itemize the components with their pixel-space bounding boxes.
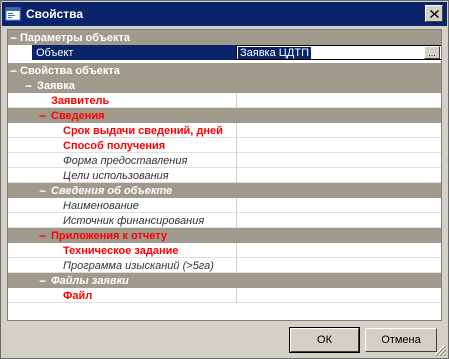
object-name: Объект <box>32 45 236 60</box>
category-svedeniya-ob-label: Сведения об объекте <box>51 184 173 197</box>
title-bar[interactable]: Свойства <box>2 2 447 26</box>
close-icon <box>429 9 439 18</box>
property-row-zayavitel[interactable]: Заявитель <box>8 93 441 108</box>
category-props[interactable]: − Свойства объекта <box>8 63 441 78</box>
category-params[interactable]: − Параметры объекта <box>8 30 441 45</box>
object-browse-button[interactable]: ... <box>424 46 440 59</box>
object-value-field[interactable]: Заявка ЦДТП ... <box>236 45 441 60</box>
properties-dialog: Свойства − Параметры объекта Объект Заяв… <box>0 0 449 359</box>
collapse-toggle-icon[interactable]: − <box>39 275 46 287</box>
istochnik-value[interactable] <box>236 213 441 228</box>
category-faily-label: Файлы заявки <box>51 274 129 287</box>
forma-value[interactable] <box>236 153 441 168</box>
category-props-label: Свойства объекта <box>20 64 120 77</box>
tehzadanie-value[interactable] <box>236 243 441 258</box>
celi-label: Цели использования <box>63 169 169 182</box>
property-row-programma[interactable]: Программа изысканий (>5га) <box>8 258 441 273</box>
sposob-label: Способ получения <box>63 139 166 152</box>
collapse-toggle-icon[interactable]: − <box>39 230 46 242</box>
resize-grip-icon[interactable] <box>434 344 446 356</box>
property-row-naimenovanie[interactable]: Наименование <box>8 198 441 213</box>
property-grid[interactable]: − Параметры объекта Объект Заявка ЦДТП .… <box>7 29 442 321</box>
srok-value[interactable] <box>236 123 441 138</box>
category-svedeniya-ob[interactable]: − Сведения об объекте <box>8 183 441 198</box>
istochnik-label: Источник финансирования <box>63 214 205 227</box>
naimenovanie-value[interactable] <box>236 198 441 213</box>
property-row-srok[interactable]: Срок выдачи сведений, дней <box>8 123 441 138</box>
cancel-button[interactable]: Отмена <box>365 328 437 352</box>
naimenovanie-label: Наименование <box>63 199 139 212</box>
zayavitel-value[interactable] <box>236 93 441 108</box>
property-row-sposob[interactable]: Способ получения <box>8 138 441 153</box>
celi-value[interactable] <box>236 168 441 183</box>
category-svedeniya[interactable]: − Сведения <box>8 108 441 123</box>
tehzadanie-label: Техническое задание <box>63 244 179 257</box>
collapse-toggle-icon[interactable]: − <box>10 32 17 44</box>
category-faily[interactable]: − Файлы заявки <box>8 273 441 288</box>
category-svedeniya-label: Сведения <box>51 109 105 122</box>
category-zayavka[interactable]: − Заявка <box>8 78 441 93</box>
category-zayavka-label: Заявка <box>37 79 75 92</box>
collapse-toggle-icon[interactable]: − <box>25 80 32 92</box>
programma-value[interactable] <box>236 258 441 273</box>
forma-label: Форма предоставления <box>63 154 188 167</box>
property-row-object[interactable]: Объект Заявка ЦДТП ... <box>8 45 441 60</box>
collapse-toggle-icon[interactable]: − <box>39 185 46 197</box>
properties-app-icon <box>5 6 21 22</box>
category-prilozheniya[interactable]: − Приложения к отчету <box>8 228 441 243</box>
property-row-celi[interactable]: Цели использования <box>8 168 441 183</box>
fail-label: Файл <box>63 289 93 302</box>
window-title: Свойства <box>26 7 84 21</box>
ok-button[interactable]: ОК <box>289 327 360 353</box>
srok-label: Срок выдачи сведений, дней <box>63 124 223 137</box>
property-row-istochnik[interactable]: Источник финансирования <box>8 213 441 228</box>
category-params-label: Параметры объекта <box>20 31 131 44</box>
zayavitel-label: Заявитель <box>51 94 110 107</box>
collapse-toggle-icon[interactable]: − <box>39 110 46 122</box>
property-row-forma[interactable]: Форма предоставления <box>8 153 441 168</box>
sposob-value[interactable] <box>236 138 441 153</box>
fail-value[interactable] <box>236 288 441 303</box>
object-value: Заявка ЦДТП <box>238 46 312 59</box>
close-button[interactable] <box>425 5 443 22</box>
property-row-tehzadanie[interactable]: Техническое задание <box>8 243 441 258</box>
category-prilozheniya-label: Приложения к отчету <box>51 229 167 242</box>
programma-label: Программа изысканий (>5га) <box>63 259 214 272</box>
property-row-fail[interactable]: Файл <box>8 288 441 303</box>
collapse-toggle-icon[interactable]: − <box>10 65 17 77</box>
